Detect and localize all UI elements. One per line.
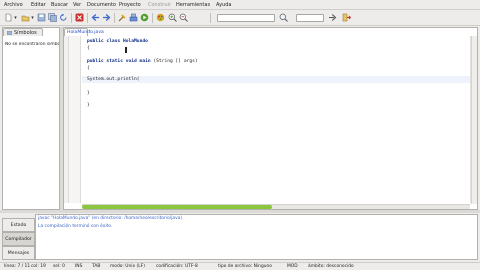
forward-arrow-icon[interactable] (102, 13, 111, 22)
quit-icon[interactable] (342, 13, 351, 22)
vertical-scrollbar[interactable] (471, 36, 477, 204)
jump-icon[interactable] (328, 13, 337, 22)
status-mode: modo: Unix (LF) (110, 264, 145, 269)
menu-documento[interactable]: Documento (87, 2, 116, 8)
zoom-out-icon[interactable] (179, 13, 188, 22)
tab-symbols[interactable]: Símbolos (3, 28, 43, 36)
new-file-icon[interactable] (4, 13, 13, 22)
chevron-down-icon[interactable]: ▾ (30, 15, 35, 21)
status-line: línea: 7 / 11 (4, 264, 31, 269)
code-line-1: public class HolaMundo (87, 39, 148, 44)
status-filetype: tipo de archivo: Ninguno (218, 264, 272, 269)
open-file-icon[interactable] (21, 13, 30, 22)
menu-buscar[interactable]: Buscar (51, 2, 68, 8)
tab-holamundo-label: HolaMundo.java (67, 30, 104, 35)
tab-mensajes[interactable]: Mensajes (2, 246, 35, 260)
menu-proyecto[interactable]: Proyecto (119, 2, 141, 8)
symbols-tab-icon (6, 30, 13, 36)
zoom-in-icon[interactable] (168, 13, 177, 22)
back-arrow-icon[interactable] (91, 13, 100, 22)
symbols-panel (2, 27, 60, 210)
tab-symbols-label: Símbolos (14, 30, 37, 36)
menu-archivo[interactable]: Archivo (4, 2, 23, 8)
tab-compilador[interactable]: Compilador (2, 232, 35, 246)
run-icon[interactable] (140, 13, 149, 22)
menu-ver[interactable]: Ver (73, 2, 81, 8)
mouse-ibeam-cursor (125, 47, 127, 53)
code-line-7: System.out.println( (87, 77, 140, 82)
compiler-message-1: javac "HolaMundo.java" (en directorio: /… (38, 216, 183, 221)
no-symbols-message: No se encontraron símbolos (5, 42, 59, 47)
statusbar: línea: 7 / 11 col: 19 sel: 0 INS TAB mod… (0, 262, 480, 270)
tab-holamundo[interactable]: HolaMundo.java (64, 28, 104, 36)
code-line-9: } (87, 91, 90, 96)
editor-area[interactable] (63, 27, 478, 210)
code-line-4: public static void main (String [] args) (87, 59, 198, 64)
save-all-icon[interactable] (48, 13, 57, 22)
status-tab: TAB (92, 264, 101, 269)
menu-editar[interactable]: Editar (31, 2, 46, 8)
status-encoding: codificación: UTF-8 (156, 264, 198, 269)
status-col: col: 19 (31, 264, 46, 269)
compiler-message-2: La compilación terminó con éxito. (38, 224, 113, 229)
code-line-2: { (87, 46, 90, 51)
build-icon[interactable] (129, 13, 138, 22)
horizontal-scroll-thumb[interactable] (82, 205, 272, 209)
menubar: Archivo Editar Buscar Ver Documento Proy… (0, 0, 480, 10)
status-mod: MOD (287, 264, 298, 269)
fold-margin (69, 36, 81, 203)
current-line-highlight (82, 76, 470, 83)
menu-ayuda[interactable]: Ayuda (216, 2, 231, 8)
code-line-11: } (87, 103, 90, 108)
save-icon[interactable] (37, 13, 46, 22)
message-tabs: Estado Compilador Mensajes (2, 214, 35, 260)
search-input[interactable] (217, 14, 275, 22)
color-chooser-icon[interactable] (156, 13, 165, 22)
horizontal-splitter[interactable] (0, 210, 480, 213)
status-scope: ámbito: desconocido (308, 264, 354, 269)
status-ins: INS (75, 264, 83, 269)
menu-herramientas[interactable]: Herramientas (176, 2, 210, 8)
search-icon[interactable] (279, 13, 288, 22)
revert-icon[interactable] (59, 13, 68, 22)
chevron-down-icon[interactable]: ▾ (13, 15, 18, 21)
compile-icon[interactable] (118, 13, 127, 22)
compiler-output[interactable]: javac "HolaMundo.java" (en directorio: /… (35, 214, 478, 260)
tab-estado[interactable]: Estado (2, 218, 35, 232)
code-line-5: { (87, 66, 90, 71)
toolbar: ▾ ▾ (0, 10, 480, 26)
status-sel: sel: 0 (53, 264, 65, 269)
jump-to-line-input[interactable] (296, 14, 324, 22)
close-icon[interactable] (75, 13, 84, 22)
menu-construir[interactable]: Construir (148, 2, 171, 8)
